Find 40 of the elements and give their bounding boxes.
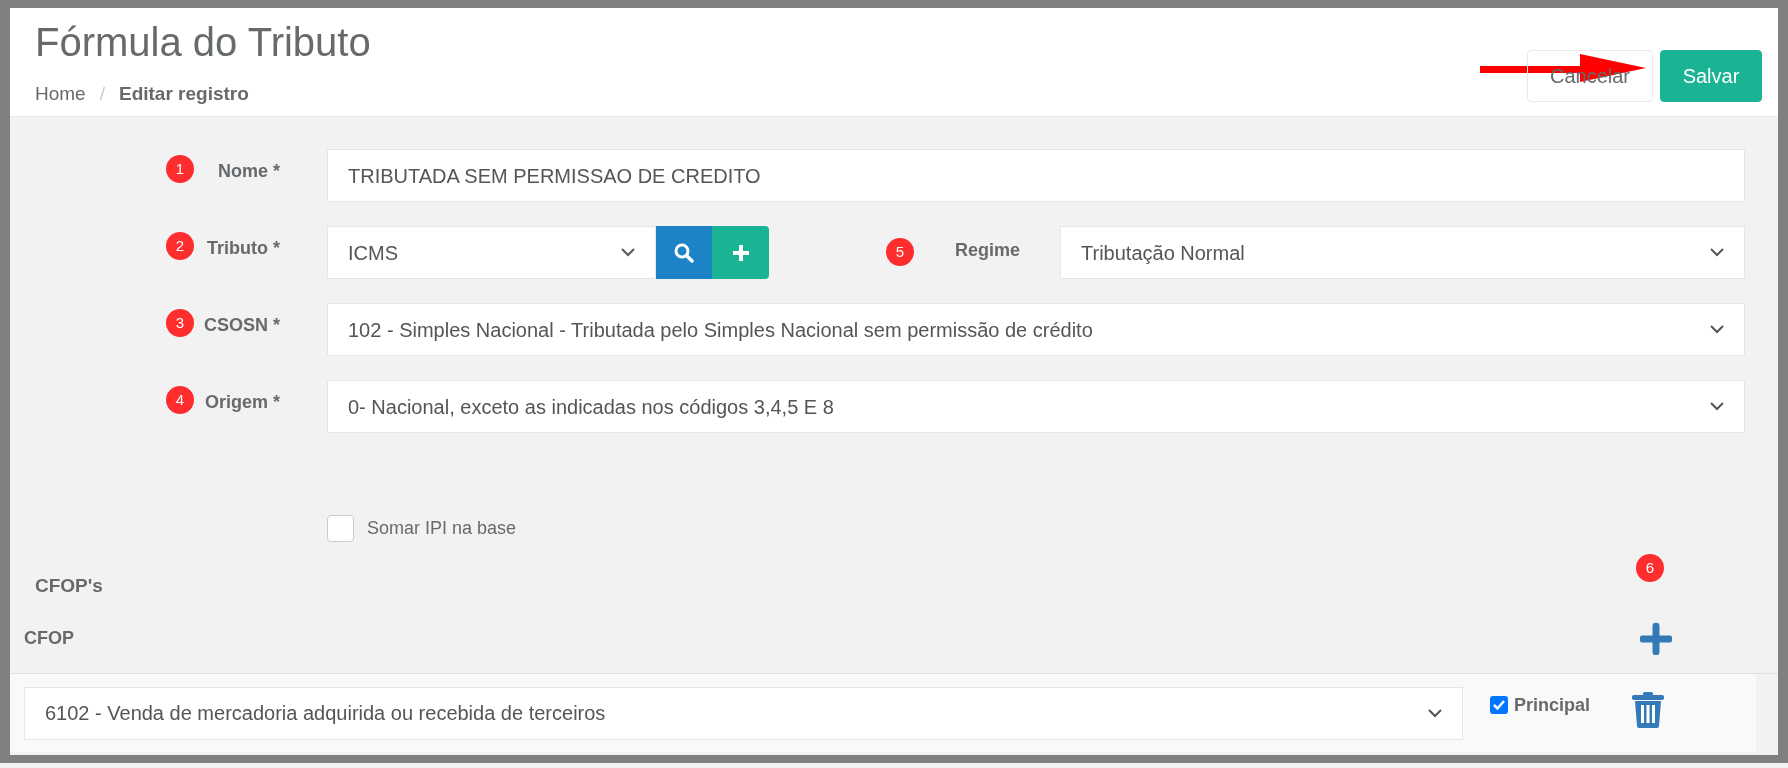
trash-icon [1632, 692, 1665, 728]
field-label: Origem * [204, 391, 280, 414]
chevron-icon [1710, 402, 1724, 411]
select-field[interactable]: 0- Nacional, exceto as indicadas nos códigos 3,4,5 E 8 [327, 380, 1745, 433]
chevron-icon [1428, 708, 1442, 718]
field-label: Regime [954, 239, 1020, 262]
number-badge: 4 [166, 386, 194, 414]
checkbox-label: Somar IPI na base [367, 517, 517, 540]
plus-icon [1640, 622, 1672, 655]
chevron-icon [1710, 248, 1724, 257]
breadcrumb-link[interactable]: Home [35, 80, 86, 109]
add-button[interactable] [1640, 622, 1672, 655]
checkbox[interactable] [327, 515, 354, 542]
number-badge: 1 [166, 155, 194, 183]
column-header: CFOP [24, 627, 74, 650]
number-badge: 2 [166, 232, 194, 260]
number-badge: 5 [886, 238, 914, 266]
delete-button[interactable] [1632, 692, 1665, 728]
section-heading: CFOP's [35, 573, 103, 598]
field-label: CSOSN * [203, 314, 280, 337]
field-label: Tributo * [207, 237, 280, 260]
search-icon [674, 242, 694, 263]
page-title: Fórmula do Tributo [35, 19, 371, 66]
chevron-icon [1710, 325, 1724, 334]
select-field[interactable]: ICMS [327, 226, 656, 279]
text-field[interactable]: TRIBUTADA SEM PERMISSAO DE CREDITO [327, 149, 1745, 202]
search-button[interactable] [656, 226, 712, 279]
breadcrumb-current: Editar registro [118, 82, 249, 106]
select-field[interactable]: 102 - Simples Nacional - Tributada pelo Simples Nacional sem permissão de crédito [327, 303, 1745, 356]
add-button[interactable] [712, 226, 769, 279]
select-field[interactable]: 6102 - Venda de mercadoria adquirida ou recebida de terceiros [24, 686, 1463, 740]
field-label: Nome * [218, 160, 280, 183]
number-badge: 6 [1636, 554, 1664, 582]
select-field[interactable]: Tributação Normal [1060, 226, 1745, 279]
plus-icon [731, 243, 750, 262]
number-badge: 3 [166, 309, 194, 337]
chevron-icon [621, 248, 635, 257]
checkbox-label: Principal [1514, 693, 1591, 717]
checkbox[interactable] [1490, 696, 1508, 714]
breadcrumb-separator: / [99, 82, 105, 106]
